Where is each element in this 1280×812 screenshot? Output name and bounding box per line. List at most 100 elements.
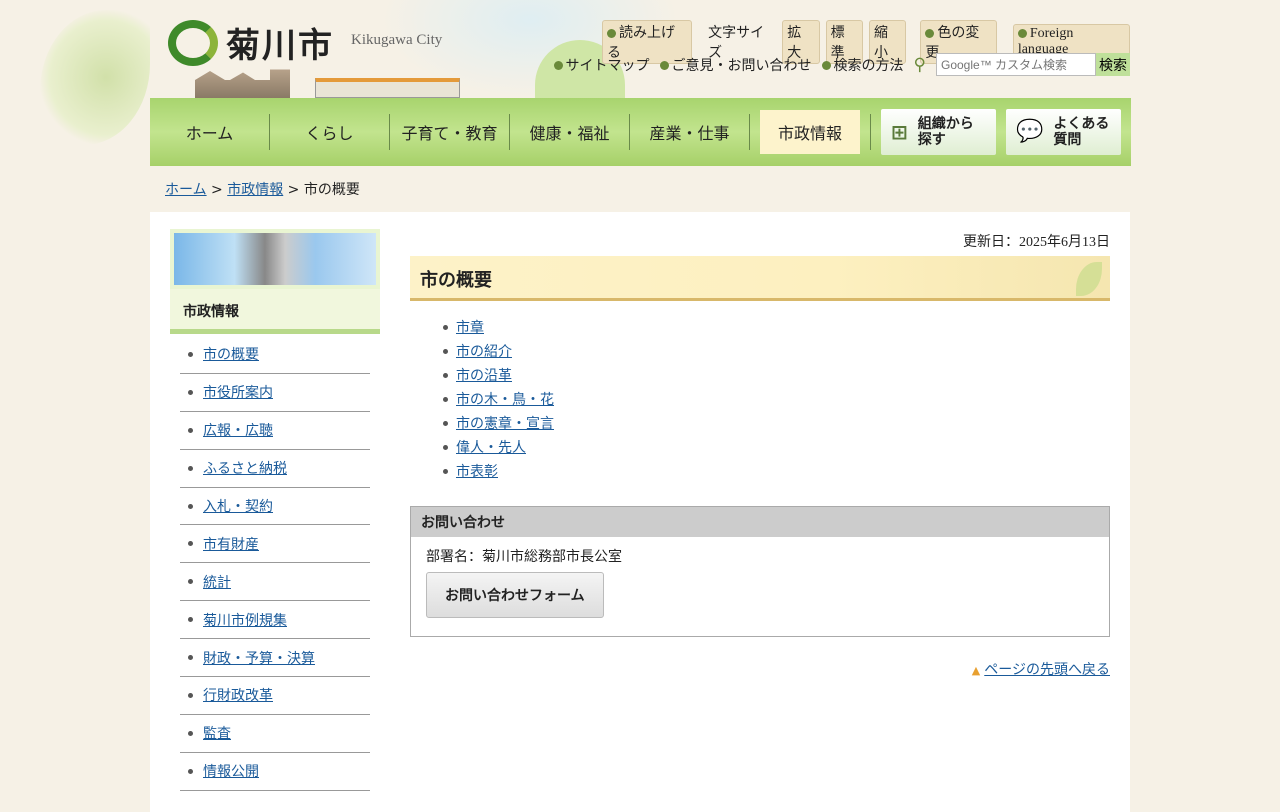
- list-item: 市表彰: [443, 459, 1110, 483]
- triangle-up-icon: ▲: [971, 664, 981, 677]
- sidebar-link[interactable]: 広報・広聴: [203, 420, 273, 440]
- faq-button[interactable]: 💬 よくある 質問: [1006, 109, 1121, 155]
- arrow-icon: [1017, 29, 1027, 39]
- org-search-line2: 探す: [917, 132, 946, 148]
- arrow-icon: [553, 61, 563, 70]
- breadcrumb-home[interactable]: ホーム: [165, 182, 207, 198]
- page-title-text: 市の概要: [420, 270, 492, 291]
- back-to-top: ▲ ページの先頭へ戻る: [410, 659, 1110, 679]
- sidebar-item: 統計: [180, 563, 370, 602]
- breadcrumb-current: 市の概要: [303, 182, 360, 198]
- opinion-label: ご意見・お問い合わせ: [671, 57, 812, 74]
- content-link[interactable]: 市章: [456, 317, 484, 337]
- city-emblem-icon: [168, 19, 218, 66]
- sidebar-item: 財政・予算・決算: [180, 639, 370, 678]
- org-search-label: 組織から 探す: [918, 116, 974, 148]
- sidebar-link[interactable]: 市役所案内: [203, 382, 273, 402]
- list-item: 市の紹介: [443, 339, 1110, 363]
- sidebar-title: 市政情報: [170, 289, 380, 334]
- contact-form-button[interactable]: お問い合わせフォーム: [426, 572, 604, 618]
- opinion-link[interactable]: ご意見・お問い合わせ: [659, 55, 812, 75]
- contact-box: お問い合わせ 部署名：菊川市総務部市長公室 お問い合わせフォーム: [410, 506, 1110, 637]
- sidebar-link[interactable]: 菊川市例規集: [203, 610, 287, 630]
- content-links: 市章 市の紹介 市の沿革 市の木・鳥・花 市の憲章・宣言 偉人・先人 市表彰: [443, 315, 1110, 483]
- sidebar-item: 情報公開: [180, 753, 370, 791]
- sidebar-link[interactable]: 行財政改革: [203, 685, 273, 705]
- sidebar-link[interactable]: 市の概要: [203, 344, 259, 364]
- org-search-button[interactable]: ⊞ 組織から 探す: [881, 109, 996, 155]
- sidebar-link[interactable]: 統計: [203, 572, 231, 592]
- updated-date: 更新日：2025年6月13日: [963, 235, 1110, 250]
- city-hall-photo: [170, 229, 380, 289]
- leaf-icon: [1076, 262, 1102, 296]
- sitemap-label: サイトマップ: [565, 57, 650, 74]
- global-nav: ホーム くらし 子育て・教育 健康・福祉 産業・仕事 市政情報 ⊞ 組織から 探す…: [150, 98, 1131, 166]
- nav-divider: [870, 114, 871, 150]
- arrow-icon: [659, 61, 669, 70]
- sidebar-link[interactable]: 財政・予算・決算: [203, 648, 315, 668]
- faq-line2: 質問: [1053, 132, 1082, 148]
- search-input[interactable]: [936, 53, 1096, 76]
- train-illustration: [315, 78, 460, 98]
- sidebar-item: 行財政改革: [180, 677, 370, 715]
- breadcrumb-parent[interactable]: 市政情報: [227, 182, 283, 198]
- arrow-icon: [925, 28, 935, 38]
- sidebar-item: 市有財産: [180, 525, 370, 564]
- search-help-label: 検索の方法: [833, 57, 904, 74]
- search-icon: ⚲: [913, 54, 926, 75]
- org-chart-icon: ⊞: [891, 120, 908, 144]
- faq-label: よくある 質問: [1053, 116, 1109, 148]
- contact-heading: お問い合わせ: [411, 507, 1109, 537]
- nav-city-administration[interactable]: 市政情報: [760, 110, 860, 154]
- search-button[interactable]: 検索: [1096, 53, 1130, 76]
- sidebar-item: 監査: [180, 715, 370, 753]
- breadcrumb: ホーム > 市政情報 > 市の概要: [165, 182, 360, 198]
- town-illustration: [195, 69, 290, 98]
- sidebar-item: ふるさと納税: [180, 450, 370, 488]
- list-item: 市の憲章・宣言: [443, 411, 1110, 435]
- sitemap-link[interactable]: サイトマップ: [553, 55, 650, 75]
- nav-industry-work[interactable]: 産業・仕事: [630, 114, 750, 150]
- nav-living[interactable]: くらし: [270, 114, 390, 150]
- arrow-icon: [821, 61, 831, 70]
- contact-department: 部署名：菊川市総務部市長公室: [426, 549, 622, 565]
- content-link[interactable]: 市表彰: [456, 461, 498, 481]
- logo-text: 菊川市: [226, 26, 334, 66]
- content-link[interactable]: 偉人・先人: [456, 437, 526, 457]
- list-item: 市の木・鳥・花: [443, 387, 1110, 411]
- sidebar-menu: 市の概要 市役所案内 広報・広聴 ふるさと納税 入札・契約 市有財産 統計 菊川…: [180, 336, 370, 791]
- content-link[interactable]: 市の沿革: [456, 365, 512, 385]
- decorative-leaf: [40, 10, 150, 145]
- back-to-top-link[interactable]: ページの先頭へ戻る: [984, 662, 1110, 678]
- sidebar-link[interactable]: 監査: [203, 723, 231, 743]
- sidebar-link[interactable]: ふるさと納税: [203, 458, 287, 478]
- sidebar-item: 広報・広聴: [180, 412, 370, 450]
- content-link[interactable]: 市の木・鳥・花: [456, 389, 554, 409]
- arrow-icon: [607, 28, 616, 38]
- city-hall-image: [174, 233, 376, 285]
- sidebar-item: 市の概要: [180, 336, 370, 374]
- header-links: サイトマップ ご意見・お問い合わせ 検索の方法 ⚲ 検索: [553, 53, 1130, 76]
- sidebar-item: 入札・契約: [180, 488, 370, 526]
- sidebar-link[interactable]: 市有財産: [203, 534, 259, 554]
- sidebar-link[interactable]: 入札・契約: [203, 496, 273, 516]
- speech-bubble-icon: 💬: [1016, 119, 1044, 144]
- content-link[interactable]: 市の紹介: [456, 341, 512, 361]
- contact-body: 部署名：菊川市総務部市長公室 お問い合わせフォーム: [411, 537, 1109, 636]
- logo-english: Kikugawa City: [351, 32, 443, 48]
- sidebar-item: 市役所案内: [180, 374, 370, 412]
- nav-health-welfare[interactable]: 健康・福祉: [510, 114, 630, 150]
- content: 更新日：2025年6月13日 市の概要 市章 市の紹介 市の沿革 市の木・鳥・花…: [410, 212, 1110, 679]
- site-logo[interactable]: 菊川市: [168, 18, 334, 67]
- list-item: 偉人・先人: [443, 435, 1110, 459]
- page-title: 市の概要: [410, 256, 1110, 301]
- main-area: 市政情報 市の概要 市役所案内 広報・広聴 ふるさと納税 入札・契約 市有財産 …: [150, 212, 1130, 812]
- org-search-line1: 組織から: [917, 116, 974, 132]
- sidebar-link[interactable]: 情報公開: [203, 761, 259, 781]
- nav-home[interactable]: ホーム: [150, 114, 270, 150]
- nav-childcare-education[interactable]: 子育て・教育: [390, 114, 510, 150]
- faq-line1: よくある: [1053, 116, 1110, 132]
- content-link[interactable]: 市の憲章・宣言: [456, 413, 554, 433]
- sidebar-item: 菊川市例規集: [180, 601, 370, 640]
- search-help-link[interactable]: 検索の方法: [821, 55, 904, 75]
